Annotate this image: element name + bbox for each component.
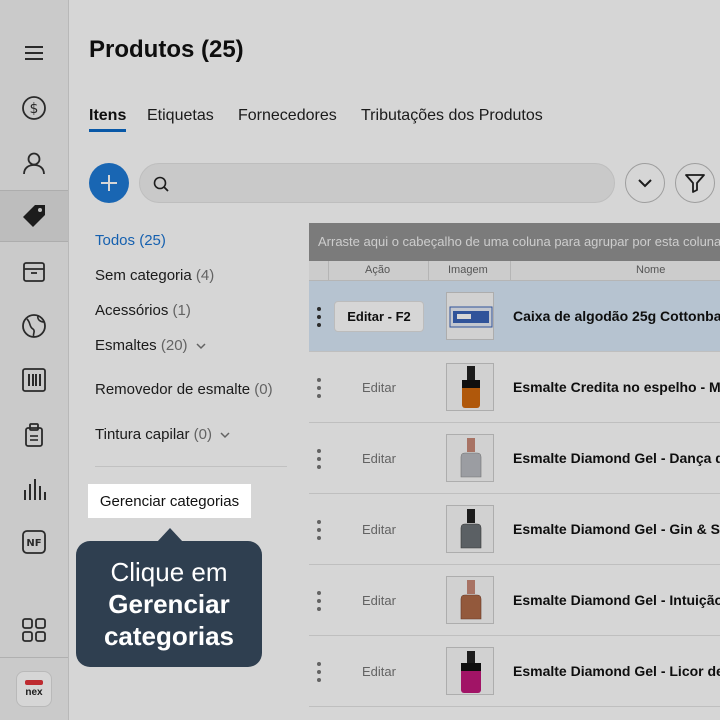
table-row[interactable]: Editar Esmalte Diamond Gel - Licor de Ce…: [309, 636, 720, 707]
table-row[interactable]: Editar Esmalte Credita no espelho - Mohd…: [309, 352, 720, 423]
column-header-acao[interactable]: Ação: [365, 264, 390, 276]
user-icon[interactable]: [17, 146, 51, 180]
column-header-imagem[interactable]: Imagem: [448, 264, 488, 276]
grid-header: Ação Imagem Nome: [309, 261, 720, 281]
category-todos[interactable]: Todos (25): [95, 232, 166, 249]
product-thumbnail: [446, 505, 494, 553]
nf-label: NF: [26, 538, 41, 549]
row-menu-icon[interactable]: [315, 307, 323, 327]
manage-categories-link[interactable]: Gerenciar categorias: [88, 484, 251, 518]
table-row[interactable]: Editar Esmalte Diamond Gel - Dança de Sa…: [309, 423, 720, 494]
apps-grid-icon[interactable]: [17, 613, 51, 647]
category-count: (1): [172, 302, 191, 319]
category-count: (25): [139, 232, 166, 249]
row-menu-icon[interactable]: [315, 449, 323, 469]
row-menu-icon[interactable]: [315, 662, 323, 682]
svg-text:$: $: [30, 101, 39, 117]
row-menu-icon[interactable]: [315, 378, 323, 398]
edit-button[interactable]: Editar: [334, 372, 424, 403]
clipboard-icon[interactable]: [17, 418, 51, 452]
row-menu-icon[interactable]: [315, 591, 323, 611]
filter-button[interactable]: [675, 163, 715, 203]
nex-logo-text: nex: [25, 687, 43, 698]
chevron-down-icon: [638, 179, 652, 188]
row-menu-icon[interactable]: [315, 520, 323, 540]
category-acessorios[interactable]: Acessórios (1): [95, 302, 191, 319]
category-count: (0): [193, 426, 212, 443]
category-name: Todos: [95, 232, 136, 249]
tab-etiquetas[interactable]: Etiquetas: [147, 107, 214, 125]
category-count: (20): [160, 337, 188, 354]
column-divider: [510, 261, 511, 281]
chevron-down-icon[interactable]: [196, 342, 206, 350]
category-divider: [95, 466, 287, 467]
edit-button[interactable]: Editar: [334, 585, 424, 616]
search-input[interactable]: [139, 163, 615, 203]
edit-button[interactable]: Editar - F2: [334, 301, 424, 332]
edit-button[interactable]: Editar: [334, 514, 424, 545]
nex-logo[interactable]: nex: [16, 671, 52, 707]
product-name: Esmalte Diamond Gel - Gin & Suco: [513, 521, 720, 537]
menu-icon[interactable]: [17, 36, 51, 70]
edit-button[interactable]: Editar: [334, 443, 424, 474]
nf-icon[interactable]: NF: [17, 525, 51, 559]
category-sem-categoria[interactable]: Sem categoria (4): [95, 267, 214, 284]
category-name: Esmaltes: [95, 337, 157, 354]
category-esmaltes[interactable]: Esmaltes (20): [95, 337, 206, 354]
tutorial-tooltip: Clique em Gerenciar categorias: [76, 541, 262, 667]
search-icon: [153, 176, 169, 192]
nex-logo-mark: [25, 680, 43, 685]
sidebar: $ NF nex: [0, 0, 69, 720]
add-product-button[interactable]: [89, 163, 129, 203]
table-row[interactable]: Editar Esmalte Diamond Gel - Gin & Suco: [309, 494, 720, 565]
page-title: Produtos (25): [89, 36, 244, 63]
tag-icon[interactable]: [17, 199, 51, 233]
category-name: Tintura capilar: [95, 426, 190, 443]
product-thumbnail: [446, 434, 494, 482]
plus-icon: [101, 175, 117, 191]
product-name: Esmalte Diamond Gel - Intuição: [513, 592, 720, 608]
category-count: (4): [195, 267, 215, 284]
product-thumbnail: [446, 576, 494, 624]
tab-fornecedores[interactable]: Fornecedores: [238, 107, 337, 125]
tooltip-line-3: categorias: [103, 621, 235, 651]
globe-icon[interactable]: [17, 309, 51, 343]
dollar-icon[interactable]: $: [17, 91, 51, 125]
category-count: (0): [254, 381, 273, 398]
sidebar-divider: [0, 657, 68, 658]
table-row[interactable]: Editar - F2 Caixa de algodão 25g Cottonb…: [309, 281, 720, 352]
tab-itens[interactable]: Itens: [89, 107, 126, 125]
category-name: Removedor de esmalte: [95, 381, 251, 398]
column-header-nome[interactable]: Nome: [636, 264, 665, 276]
product-name: Esmalte Credita no espelho - Mohda: [513, 379, 720, 395]
category-removedor[interactable]: Removedor de esmalte (0): [95, 381, 273, 398]
product-name: Esmalte Diamond Gel - Dança de Salão: [513, 450, 720, 466]
product-thumbnail: [446, 292, 494, 340]
product-name: Esmalte Diamond Gel - Licor de Cereja: [513, 663, 720, 679]
edit-button[interactable]: Editar: [334, 656, 424, 687]
product-name: Caixa de algodão 25g Cottonbaby: [513, 308, 720, 324]
barcode-icon[interactable]: [17, 363, 51, 397]
box-icon[interactable]: [17, 254, 51, 288]
table-row[interactable]: Editar Esmalte Diamond Gel - Intuição: [309, 565, 720, 636]
chevron-down-icon[interactable]: [220, 431, 230, 439]
tooltip-arrow: [157, 528, 183, 542]
group-by-bar[interactable]: Arraste aqui o cabeçalho de uma coluna p…: [309, 223, 720, 261]
expand-options-button[interactable]: [625, 163, 665, 203]
active-tab-indicator: [89, 129, 126, 132]
tooltip-line-1: Clique em: [110, 557, 228, 587]
product-thumbnail: [446, 647, 494, 695]
column-divider: [428, 261, 429, 281]
category-name: Acessórios: [95, 302, 169, 319]
tooltip-line-2: Gerenciar: [108, 589, 230, 619]
category-tintura[interactable]: Tintura capilar (0): [95, 426, 230, 443]
column-divider: [328, 261, 329, 281]
product-thumbnail: [446, 363, 494, 411]
category-name: Sem categoria: [95, 267, 192, 284]
bar-chart-icon[interactable]: [17, 472, 51, 506]
filter-icon: [685, 174, 705, 193]
tab-tributacoes[interactable]: Tributações dos Produtos: [361, 107, 543, 125]
